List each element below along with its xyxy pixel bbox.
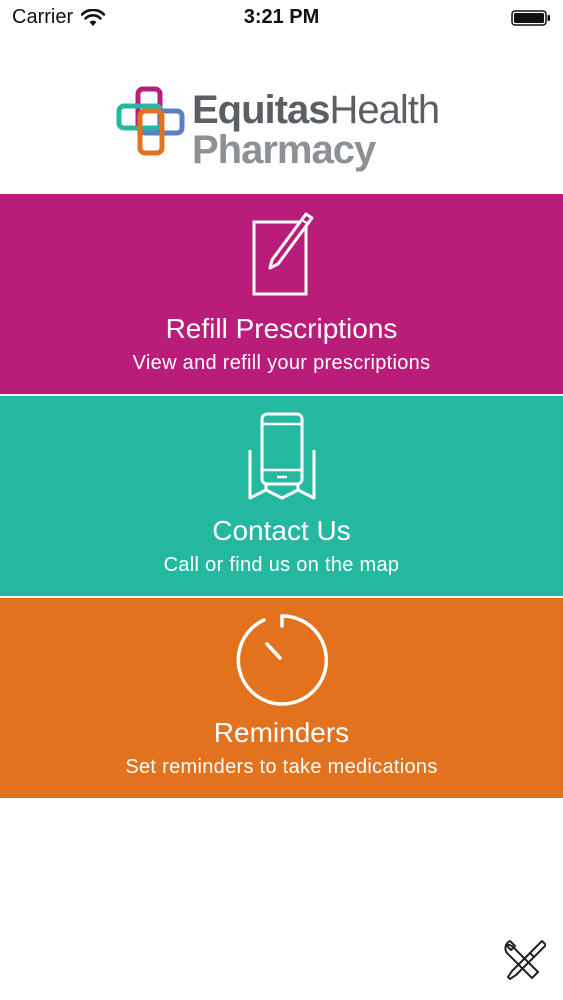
logo-text-equitas: Equitas [192, 88, 330, 132]
logo-wordmark-line1: EquitasHealth [192, 88, 440, 132]
battery-full-icon [511, 10, 550, 26]
home-screen: Carrier 3:21 PM EquitasHealth Pharmacy R… [0, 0, 563, 1000]
logo-text-health: Health [329, 88, 440, 132]
equitas-health-pharmacy-logo: EquitasHealth Pharmacy [116, 86, 451, 176]
refill-prescriptions-subtitle: View and refill your prescriptions [132, 352, 431, 374]
refill-prescriptions-title: Refill Prescriptions [165, 313, 398, 344]
tools-icon [504, 940, 546, 980]
reminders-button[interactable]: Reminders Set reminders to take medicati… [0, 598, 563, 798]
prescription-pad-icon [252, 212, 313, 296]
logo-text-pharmacy: Pharmacy [192, 128, 376, 172]
contact-us-title: Contact Us [212, 515, 351, 546]
settings-button[interactable] [499, 934, 549, 984]
contact-us-subtitle: Call or find us on the map [163, 554, 400, 576]
timer-icon [236, 614, 328, 706]
refill-prescriptions-button[interactable]: Refill Prescriptions View and refill you… [0, 194, 563, 394]
clock: 3:21 PM [243, 6, 320, 28]
reminders-title: Reminders [213, 717, 350, 748]
reminders-subtitle: Set reminders to take medications [125, 756, 438, 778]
logo-cross-icon [116, 86, 185, 156]
contact-us-button[interactable]: Contact Us Call or find us on the map [0, 396, 563, 596]
status-bar: Carrier 3:21 PM [0, 0, 563, 36]
phone-map-icon [248, 412, 315, 500]
